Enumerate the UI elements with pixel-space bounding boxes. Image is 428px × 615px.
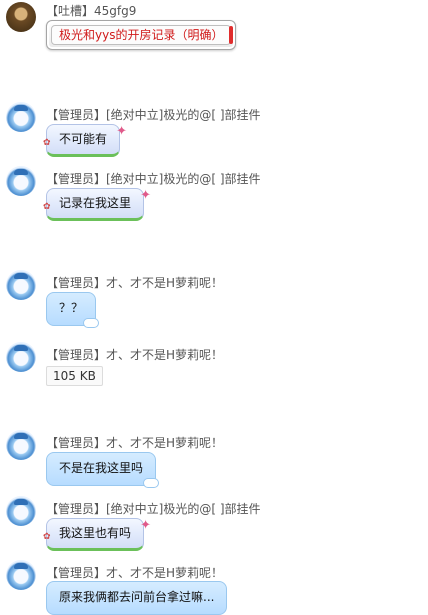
sender-name: 【管理员】才、才不是H萝莉呢！ — [46, 276, 224, 290]
sender-name: 【管理员】[绝对中立]极光的@[ ]部挂件 — [46, 108, 261, 122]
flower-icon: ✿ — [43, 532, 51, 542]
flower-icon: ✿ — [43, 202, 51, 212]
message-text: 记录在我这里 — [59, 196, 132, 210]
sparkle-icon: ✦ — [140, 188, 152, 203]
message-text: 原来我俩都去问前台拿过嘛... — [59, 590, 215, 604]
avatar[interactable] — [6, 166, 36, 196]
avatar[interactable] — [6, 496, 36, 526]
file-attachment[interactable]: 105 KB — [46, 366, 103, 386]
message-text: 不是在我这里吗 — [59, 461, 144, 475]
message-text: 极光和yys的开房记录（明确） — [59, 28, 224, 42]
avatar[interactable] — [6, 270, 36, 300]
sender-name: 【管理员】才、才不是H萝莉呢！ — [46, 348, 224, 362]
avatar[interactable] — [6, 102, 36, 132]
message-text: 不可能有 — [59, 132, 108, 146]
sparkle-icon: ✦ — [140, 518, 152, 533]
cloud-icon — [143, 478, 160, 488]
message-bubble: ？？ — [46, 292, 100, 328]
sparkle-icon: ✦ — [116, 124, 128, 139]
bubble-endcap — [229, 26, 233, 44]
sender-name: 【管理员】才、才不是H萝莉呢！ — [46, 436, 224, 450]
message-text: 我这里也有吗 — [59, 526, 132, 540]
sender-name: 【管理员】[绝对中立]极光的@[ ]部挂件 — [46, 172, 261, 186]
avatar[interactable] — [6, 560, 36, 590]
message-bubble: 记录在我这里 ✦ ✿ — [43, 188, 151, 221]
message-bubble: 我这里也有吗 ✦ ✿ — [43, 518, 151, 551]
flower-icon: ✿ — [43, 138, 51, 148]
sender-name: 【管理员】[绝对中立]极光的@[ ]部挂件 — [46, 502, 261, 516]
sender-name: 【管理员】才、才不是H萝莉呢！ — [46, 566, 224, 580]
sender-name: 【吐槽】45gfg9 — [46, 4, 137, 18]
styled-message-bubble: 极光和yys的开房记录（明确） — [46, 20, 236, 50]
message-bubble: 不可能有 ✦ ✿ — [43, 124, 127, 157]
avatar[interactable] — [6, 430, 36, 460]
message-bubble: 原来我俩都去问前台拿过嘛... — [46, 581, 228, 615]
message-text: ？？ — [59, 301, 84, 315]
cloud-icon — [83, 318, 100, 328]
avatar[interactable] — [6, 2, 36, 32]
avatar[interactable] — [6, 342, 36, 372]
message-bubble: 不是在我这里吗 — [46, 452, 160, 488]
file-size: 105 KB — [53, 369, 96, 383]
